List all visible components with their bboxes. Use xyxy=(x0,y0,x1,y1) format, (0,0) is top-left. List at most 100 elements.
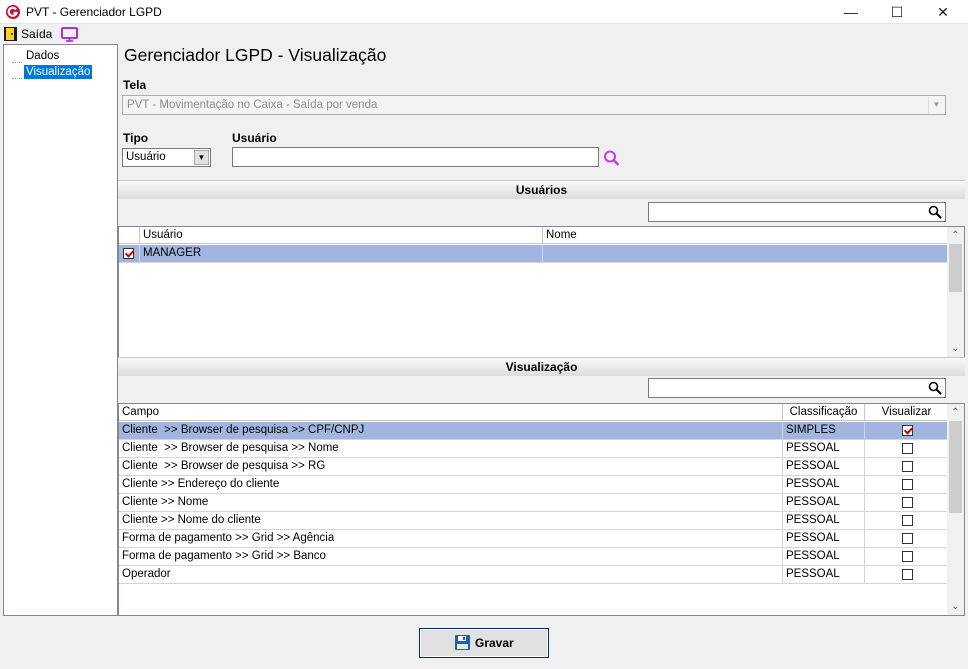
table-row[interactable]: Forma de pagamento >> Grid >> Banco PESSO… xyxy=(119,548,948,566)
classificacao-cell: SIMPLES xyxy=(783,422,865,439)
visualizar-checkbox[interactable] xyxy=(902,497,913,508)
floppy-disk-icon xyxy=(455,635,470,650)
tela-select[interactable]: PVT - Movimentação no Caixa - Saída por … xyxy=(122,95,946,115)
row-checkbox-cell[interactable] xyxy=(119,245,140,262)
visualizar-cell[interactable] xyxy=(865,548,948,565)
visualizacao-grid: Campo Classificação Visualizar Cliente >… xyxy=(118,403,965,616)
tela-select-value: PVT - Movimentação no Caixa - Saída por … xyxy=(127,99,378,111)
column-header-nome[interactable]: Nome xyxy=(543,227,948,244)
chevron-down-icon[interactable]: ▼ xyxy=(928,97,944,113)
classificacao-cell: PESSOAL xyxy=(783,566,865,583)
table-row[interactable]: Cliente >> Nome do cliente PESSOAL xyxy=(119,512,948,530)
usuarios-section-header: Usuários xyxy=(118,180,965,199)
tela-label: Tela xyxy=(123,78,147,92)
campo-cell: Cliente >> Browser de pesquisa >> Nome xyxy=(119,440,783,457)
monitor-icon[interactable] xyxy=(61,27,78,42)
table-row[interactable]: Cliente >> Browser de pesquisa >> CPF/CN… xyxy=(119,422,948,440)
campo-cell: Operador xyxy=(119,566,783,583)
visualizar-cell[interactable] xyxy=(865,530,948,547)
campo-cell: Cliente >> Browser de pesquisa >> CPF/CN… xyxy=(119,422,783,439)
chevron-down-icon[interactable]: ▼ xyxy=(194,150,209,165)
scroll-up-icon[interactable]: ⌃ xyxy=(947,404,964,421)
minimize-button[interactable]: — xyxy=(828,0,874,24)
classificacao-cell: PESSOAL xyxy=(783,530,865,547)
title-bar: PVT - Gerenciador LGPD — ☐ ✕ xyxy=(0,0,968,24)
search-icon[interactable] xyxy=(928,381,942,395)
table-row[interactable]: MANAGER xyxy=(119,245,948,263)
visualizar-checkbox[interactable] xyxy=(902,551,913,562)
column-header-campo[interactable]: Campo xyxy=(119,404,783,421)
exit-door-icon[interactable] xyxy=(4,27,17,41)
tipo-select[interactable]: Usuário ▼ xyxy=(122,148,211,167)
table-row[interactable]: Cliente >> Endereço do cliente PESSOAL xyxy=(119,476,948,494)
visualizar-cell[interactable] xyxy=(865,566,948,583)
visualizar-checkbox[interactable] xyxy=(902,515,913,526)
usuarios-grid: Usuário Nome MANAGER ⌃ ⌄ xyxy=(118,226,965,358)
tree-item-dados[interactable]: Dados xyxy=(24,49,61,63)
visualizar-cell[interactable] xyxy=(865,512,948,529)
tree-item-visualizacao[interactable]: Visualização xyxy=(24,65,93,79)
table-row[interactable]: Forma de pagamento >> Grid >> Agência PES… xyxy=(119,530,948,548)
visualizar-checkbox[interactable] xyxy=(902,569,913,580)
usuario-cell: MANAGER xyxy=(140,245,543,262)
classificacao-cell: PESSOAL xyxy=(783,458,865,475)
visualizar-checkbox[interactable] xyxy=(902,533,913,544)
visualizar-cell[interactable] xyxy=(865,458,948,475)
search-icon[interactable] xyxy=(928,205,942,219)
campo-cell: Cliente >> Nome xyxy=(119,494,783,511)
column-header-classificacao[interactable]: Classificação xyxy=(783,404,865,421)
usuarios-grid-header: Usuário Nome xyxy=(119,227,948,244)
scroll-thumb[interactable] xyxy=(949,421,962,513)
tipo-label: Tipo xyxy=(123,131,149,145)
table-row[interactable]: Operador PESSOAL xyxy=(119,566,948,584)
visualizar-cell[interactable] xyxy=(865,494,948,511)
visualizar-cell[interactable] xyxy=(865,422,948,439)
campo-cell: Cliente >> Endereço do cliente xyxy=(119,476,783,493)
campo-cell: Forma de pagamento >> Grid >> Banco xyxy=(119,548,783,565)
tree-connector xyxy=(12,62,22,63)
campo-cell: Cliente >> Browser de pesquisa >> RG xyxy=(119,458,783,475)
scroll-down-icon[interactable]: ⌄ xyxy=(947,598,964,615)
table-row[interactable]: Cliente >> Browser de pesquisa >> Nome PE… xyxy=(119,440,948,458)
classificacao-cell: PESSOAL xyxy=(783,476,865,493)
visualizacao-scrollbar[interactable]: ⌃ ⌄ xyxy=(947,404,964,615)
menu-bar: Saída xyxy=(0,24,968,44)
visualizar-checkbox[interactable] xyxy=(902,443,913,454)
close-button[interactable]: ✕ xyxy=(920,0,966,24)
column-header-visualizar[interactable]: Visualizar xyxy=(865,404,948,421)
row-checkbox[interactable] xyxy=(123,248,134,259)
classificacao-cell: PESSOAL xyxy=(783,494,865,511)
search-icon[interactable] xyxy=(603,150,621,166)
tree-connector xyxy=(12,78,22,79)
usuario-input[interactable] xyxy=(232,147,599,167)
visualizar-cell[interactable] xyxy=(865,476,948,493)
checkbox-column-header xyxy=(119,227,140,244)
page-title: Gerenciador LGPD - Visualização xyxy=(124,45,387,65)
classificacao-cell: PESSOAL xyxy=(783,548,865,565)
visualizar-cell[interactable] xyxy=(865,440,948,457)
gravar-label: Gravar xyxy=(475,636,514,650)
visualizacao-filter-input[interactable] xyxy=(648,378,946,398)
window-title: PVT - Gerenciador LGPD xyxy=(26,5,162,19)
visualizar-checkbox[interactable] xyxy=(902,425,913,436)
visualizacao-section-header: Visualização xyxy=(118,357,965,376)
campo-cell: Forma de pagamento >> Grid >> Agência xyxy=(119,530,783,547)
usuarios-filter-input[interactable] xyxy=(648,202,946,222)
table-row[interactable]: Cliente >> Browser de pesquisa >> RG PESS… xyxy=(119,458,948,476)
maximize-button[interactable]: ☐ xyxy=(874,0,920,24)
nome-cell xyxy=(543,245,948,262)
scroll-thumb[interactable] xyxy=(949,244,962,292)
gravar-button[interactable]: Gravar xyxy=(419,628,549,658)
usuario-label: Usuário xyxy=(232,131,277,145)
tipo-select-value: Usuário xyxy=(126,151,166,163)
visualizar-checkbox[interactable] xyxy=(902,479,913,490)
app-logo-icon xyxy=(6,5,20,19)
classificacao-cell: PESSOAL xyxy=(783,512,865,529)
column-header-usuario[interactable]: Usuário xyxy=(140,227,543,244)
table-row[interactable]: Cliente >> Nome PESSOAL xyxy=(119,494,948,512)
visualizar-checkbox[interactable] xyxy=(902,461,913,472)
scroll-up-icon[interactable]: ⌃ xyxy=(947,227,964,244)
scroll-down-icon[interactable]: ⌄ xyxy=(947,340,964,357)
usuarios-scrollbar[interactable]: ⌃ ⌄ xyxy=(947,227,964,357)
exit-menu-item[interactable]: Saída xyxy=(21,27,52,41)
